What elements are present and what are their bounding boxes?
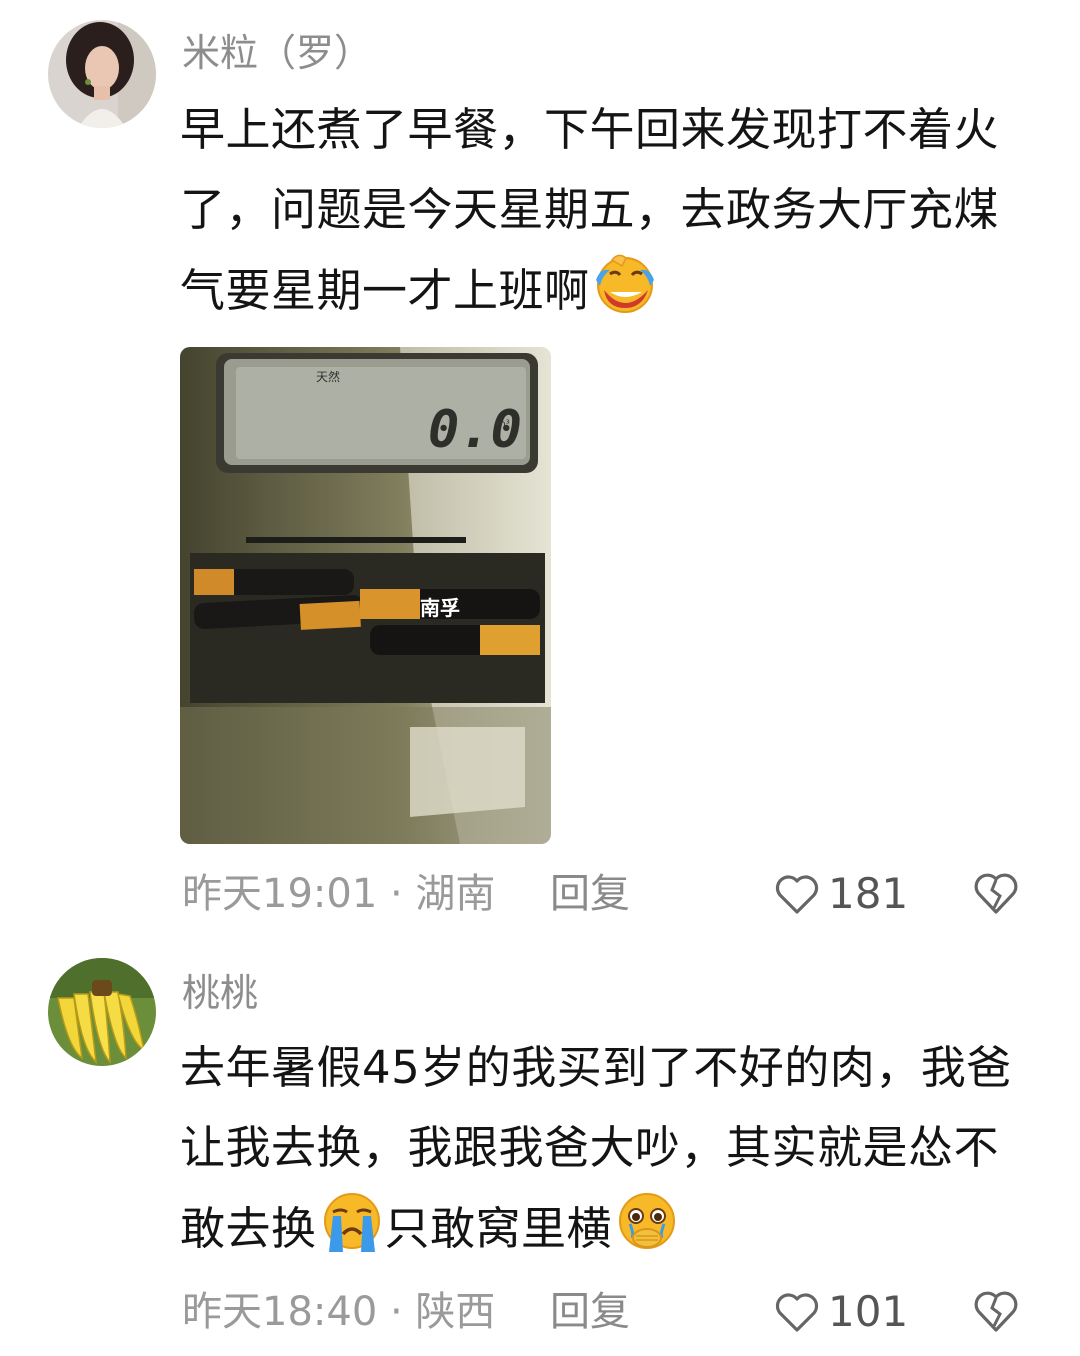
pleading-hand-over-mouth-emoji-icon: [614, 1188, 680, 1254]
avatar-woman-icon: [48, 20, 156, 128]
tears-of-joy-emoji-icon: [592, 250, 658, 316]
comment-text: 早上还煮了早餐，下午回来发现打不着火了，问题是今天星期五，去政务大厅充煤气要星期…: [180, 90, 1030, 331]
dislike-button[interactable]: [972, 1288, 1020, 1334]
battery-brand: 南孚: [420, 596, 460, 620]
like-count: 101: [828, 1287, 909, 1336]
comment-meta: 昨天18:40 · 陕西 回复 101: [180, 1282, 1040, 1342]
gas-meter-photo-icon: 天然 0.0 m³ 南孚: [180, 347, 551, 844]
broken-heart-icon: [974, 873, 1018, 914]
username[interactable]: 桃桃: [182, 968, 258, 1018]
avatar[interactable]: [48, 20, 156, 128]
comment-item: 米粒（罗） 早上还煮了早餐，下午回来发现打不着火了，问题是今天星期五，去政务大厅…: [0, 0, 1080, 940]
like-button[interactable]: 181: [774, 864, 908, 924]
like-count: 181: [828, 869, 909, 918]
comment-item: 桃桃 去年暑假45岁的我买到了不好的肉，我爸让我去换，我跟我爸大吵，其实就是怂不…: [0, 940, 1080, 1356]
username[interactable]: 米粒（罗）: [182, 28, 372, 78]
banana-avatar-icon: [48, 958, 156, 1066]
loudly-crying-emoji-icon: [319, 1188, 385, 1254]
comment-text-body: 早上还煮了早餐，下午回来发现打不着火了，问题是今天星期五，去政务大厅充煤气要星期…: [180, 103, 1000, 317]
like-button[interactable]: 101: [774, 1282, 908, 1342]
heart-icon: [775, 1293, 819, 1332]
broken-heart-icon: [974, 1291, 1018, 1332]
comment-text: 去年暑假45岁的我买到了不好的肉，我爸让我去换，我跟我爸大吵，其实就是怂不敢去换…: [180, 1028, 1030, 1269]
heart-icon: [775, 875, 819, 914]
time-location: 昨天19:01 · 湖南: [182, 871, 496, 917]
reply-button[interactable]: 回复: [550, 1282, 630, 1342]
reply-button[interactable]: 回复: [550, 864, 630, 924]
comment-photo[interactable]: 天然 0.0 m³ 南孚: [180, 347, 551, 844]
avatar[interactable]: [48, 958, 156, 1066]
comment-meta: 昨天19:01 · 湖南 回复 181: [180, 864, 1040, 924]
meter-display-label: 天然: [316, 369, 340, 384]
comment-text-tail: 只敢窝里横: [384, 1202, 613, 1255]
dislike-button[interactable]: [972, 870, 1020, 916]
time-location: 昨天18:40 · 陕西: [182, 1289, 496, 1335]
meter-unit: m³: [496, 419, 510, 430]
meter-reading: 0.0: [428, 400, 522, 460]
